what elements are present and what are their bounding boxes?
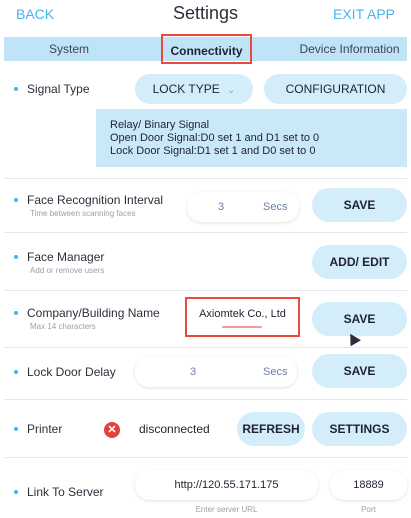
exit-app-button[interactable]: EXIT APP (333, 6, 395, 22)
add-edit-button[interactable]: ADD/ EDIT (312, 245, 407, 279)
tab-system[interactable]: System (34, 37, 104, 61)
face-interval-value: 3 (218, 201, 225, 213)
tab-bar: System Connectivity Device Information (4, 34, 407, 64)
signal-info-box: Relay/ Binary Signal Open Door Signal:D0… (96, 109, 407, 167)
signal-info-line: Relay/ Binary Signal (110, 119, 210, 131)
company-name-input[interactable]: Axiomtek Co., Ltd (185, 297, 300, 337)
signal-info-line: Lock Door Signal:D1 set 1 and D0 set to … (110, 145, 316, 157)
divider (4, 290, 407, 291)
server-label: Link To Server (13, 485, 103, 499)
face-interval-unit: Secs (263, 201, 288, 213)
printer-status: disconnected (139, 422, 210, 436)
lock-delay-save-button[interactable]: SAVE (312, 354, 407, 388)
company-sublabel: Max 14 characters (30, 322, 96, 331)
face-manager-label: Face Manager (13, 250, 104, 264)
tab-device-information[interactable]: Device Information (292, 37, 407, 61)
lock-delay-label: Lock Door Delay (14, 365, 116, 379)
lock-type-label: LOCK TYPE (152, 82, 220, 96)
divider (4, 399, 407, 400)
server-url-hint: Enter server URL (195, 505, 258, 514)
printer-label: Printer (13, 422, 62, 436)
divider (4, 457, 407, 458)
lock-delay-value: 3 (190, 366, 197, 378)
error-x-icon: ✕ (104, 422, 120, 438)
server-url-input[interactable]: http://120.55.171.175 (135, 470, 318, 500)
company-label: Company/Building Name (14, 306, 160, 320)
input-underline (222, 326, 262, 328)
server-port-hint: Port (361, 505, 376, 514)
divider (4, 232, 407, 233)
company-save-button[interactable]: SAVE (312, 302, 407, 336)
face-interval-save-button[interactable]: SAVE (312, 188, 407, 222)
signal-type-label: Signal Type (14, 82, 90, 96)
divider (4, 178, 407, 179)
face-interval-label: Face Recognition Interval (13, 193, 163, 207)
company-name-value: Axiomtek Co., Ltd (199, 308, 286, 320)
configuration-button[interactable]: CONFIGURATION (264, 74, 407, 104)
refresh-button[interactable]: REFRESH (237, 412, 305, 446)
signal-info-line: Open Door Signal:D0 set 1 and D1 set to … (110, 132, 320, 144)
header: BACK Settings EXIT APP (0, 0, 411, 32)
lock-type-dropdown[interactable]: LOCK TYPE ⌄ (135, 74, 253, 104)
divider (4, 347, 407, 348)
chevron-down-icon: ⌄ (227, 85, 236, 96)
face-interval-sublabel: Time between scanning faces (30, 209, 136, 218)
printer-settings-button[interactable]: SETTINGS (312, 412, 407, 446)
tab-connectivity[interactable]: Connectivity (161, 34, 252, 64)
server-port-input[interactable]: 18889 (330, 470, 407, 500)
lock-delay-unit: Secs (263, 366, 288, 378)
face-manager-sublabel: Add or remove users (30, 266, 105, 275)
